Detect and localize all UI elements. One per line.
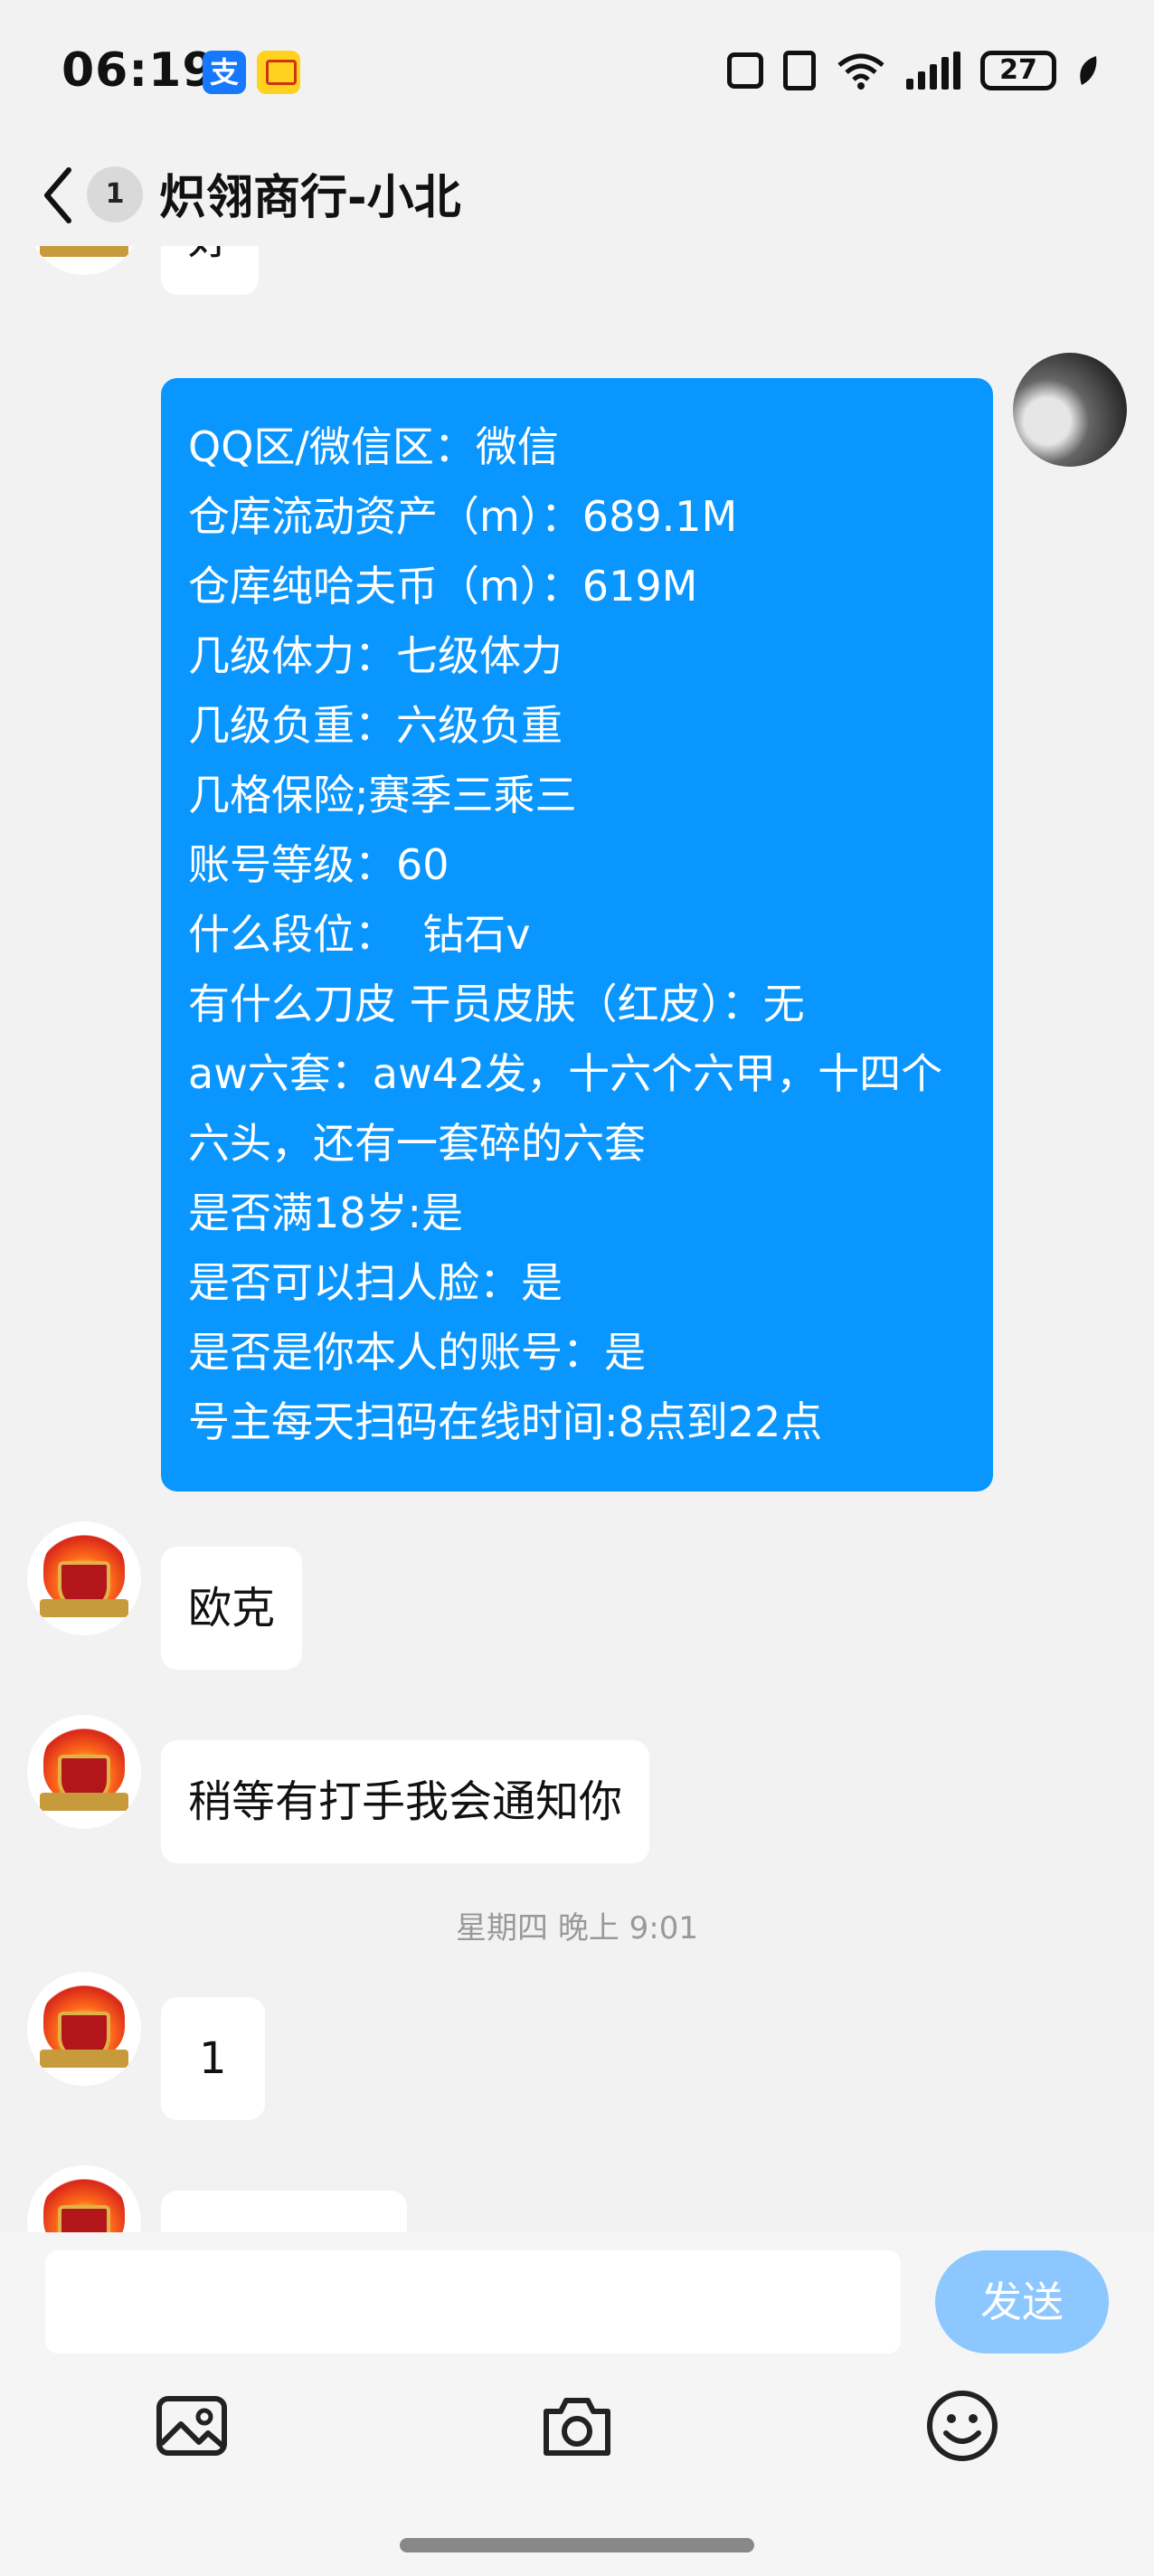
incoming-message-bubble[interactable]: 好 <box>161 246 260 295</box>
message-line: 几格保险;赛季三乘三 <box>188 771 577 819</box>
shield-icon <box>58 2205 110 2232</box>
status-bar: 06:19 支 27 <box>0 0 1154 145</box>
vibrate-icon <box>783 51 816 90</box>
message-input[interactable] <box>45 2250 901 2353</box>
message-line: 仓库纯哈夫币（m）：619M <box>188 562 698 611</box>
avatar[interactable] <box>27 246 141 275</box>
message-text: 1 <box>199 2033 227 2084</box>
message-line: 仓库流动资产（m）：689.1M <box>188 492 738 541</box>
camera-icon[interactable] <box>539 2388 615 2464</box>
avatar[interactable] <box>27 2165 141 2232</box>
message-line: 什么段位： 钻石v <box>188 910 531 959</box>
image-icon[interactable] <box>154 2388 230 2464</box>
message-line: 是否满18岁:是 <box>188 1189 464 1237</box>
incoming-message-bubble[interactable] <box>161 2191 407 2232</box>
composer-bar: 发送 <box>0 2232 1154 2576</box>
page-title: 炽翎商行-小北 <box>159 171 461 225</box>
nfc-icon <box>727 52 763 89</box>
send-button[interactable]: 发送 <box>935 2250 1109 2353</box>
avatar[interactable] <box>27 1715 141 1829</box>
battery-icon: 27 <box>980 51 1056 90</box>
message-line: 账号等级：60 <box>188 840 449 889</box>
incoming-message-bubble[interactable]: 欧克 <box>161 1547 303 1670</box>
outgoing-message-bubble[interactable]: QQ区/微信区：微信 仓库流动资产（m）：689.1M 仓库纯哈夫币（m）：61… <box>161 378 993 1492</box>
unread-count-badge: 1 <box>87 166 143 223</box>
message-text: 稍等有打手我会通知你 <box>188 1776 623 1827</box>
chat-header: 1 炽翎商行-小北 <box>0 145 1154 246</box>
eco-leaf-icon <box>1080 56 1097 85</box>
home-indicator[interactable] <box>400 2538 754 2552</box>
signal-icon <box>906 52 960 90</box>
emoji-icon[interactable] <box>924 2388 1000 2464</box>
message-line: 有什么刀皮 干员皮肤（红皮）：无 <box>188 980 805 1028</box>
message-line: 是否可以扫人脸：是 <box>188 1258 563 1307</box>
message-line: 号主每天扫码在线时间:8点到22点 <box>188 1397 823 1446</box>
message-line: aw六套：aw42发，十六个六甲，十四个六头，还有一套碎的六套 <box>188 1049 943 1168</box>
system-icons: 27 <box>727 51 1100 90</box>
status-time: 06:19 <box>61 43 216 98</box>
incoming-message-bubble[interactable]: 1 <box>161 1997 265 2120</box>
message-line: QQ区/微信区：微信 <box>188 422 559 471</box>
alipay-icon: 支 <box>203 51 246 94</box>
message-line: 是否是你本人的账号：是 <box>188 1328 646 1377</box>
app-badge-icon <box>257 51 300 94</box>
message-text: 欧克 <box>188 1583 276 1634</box>
message-text: 好 <box>188 246 232 264</box>
message-list[interactable]: 好 QQ区/微信区：微信 仓库流动资产（m）：689.1M 仓库纯哈夫币（m）：… <box>0 246 1154 2232</box>
self-avatar[interactable] <box>1013 353 1127 467</box>
avatar[interactable] <box>27 1521 141 1635</box>
message-line: 几级体力：七级体力 <box>188 631 563 680</box>
avatar[interactable] <box>27 1972 141 2086</box>
message-line: 几级负重：六级负重 <box>188 701 563 750</box>
wifi-icon <box>837 53 884 90</box>
chevron-left-icon[interactable] <box>36 161 81 230</box>
incoming-message-bubble[interactable]: 稍等有打手我会通知你 <box>161 1740 650 1863</box>
message-timestamp: 星期四 晚上 9:01 <box>456 1910 698 1946</box>
